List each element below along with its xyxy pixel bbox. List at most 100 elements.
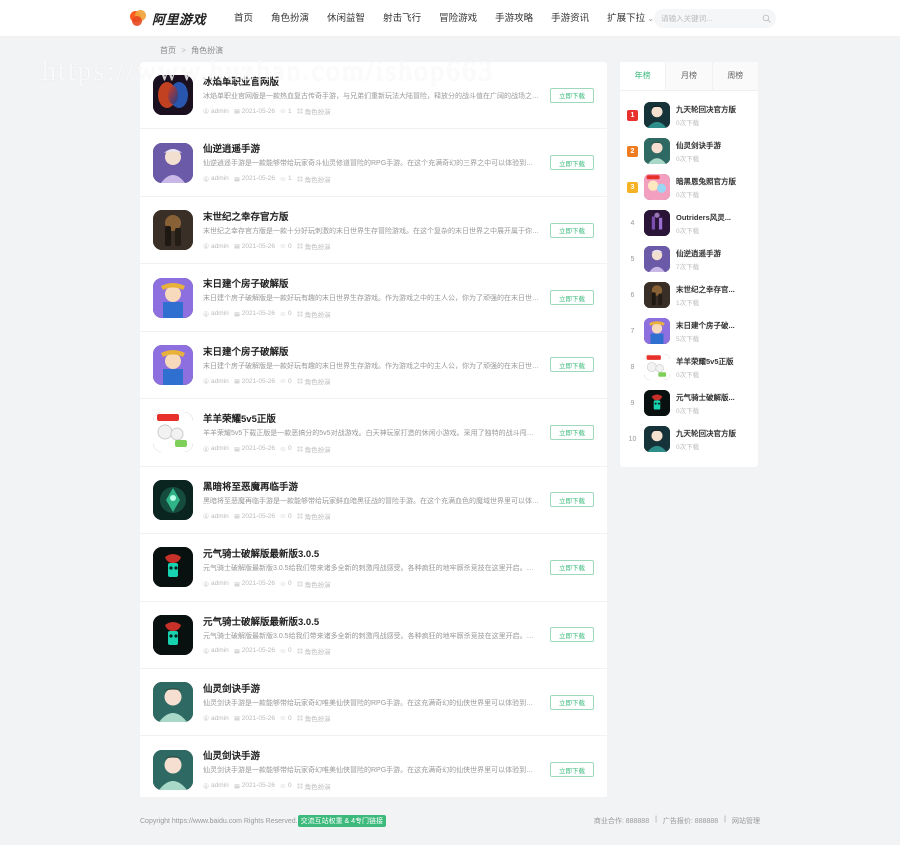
- nav-item-4[interactable]: 射击飞行: [383, 0, 421, 37]
- ranking-row[interactable]: 2 仙灵剑诀手游 0次下载: [627, 133, 751, 169]
- nav-item-2[interactable]: 角色扮演: [271, 0, 309, 37]
- nav-item-7[interactable]: 手游资讯: [551, 0, 589, 37]
- download-button[interactable]: 立即下载: [550, 222, 594, 238]
- game-title[interactable]: 仙灵剑诀手游: [203, 748, 540, 762]
- game-title[interactable]: 元气骑士破解版最新版3.0.5: [203, 614, 540, 628]
- download-button[interactable]: 立即下载: [550, 424, 594, 440]
- rank-thumbnail[interactable]: [644, 282, 670, 308]
- game-thumbnail[interactable]: [153, 749, 193, 790]
- game-title[interactable]: 羊羊荣耀5v5正版: [203, 411, 540, 425]
- ranking-row[interactable]: 3 暗黑恩兔照官方版 0次下载: [627, 169, 751, 205]
- game-thumbnail[interactable]: [153, 614, 193, 655]
- download-button[interactable]: 立即下载: [550, 762, 594, 778]
- game-thumbnail[interactable]: [153, 682, 193, 723]
- list-item[interactable]: 仙灵剑诀手游 仙灵剑诀手游是一款能够带给玩家奇幻唯美仙侠冒险的RPG手游。在这充满…: [140, 669, 607, 737]
- game-thumbnail[interactable]: [153, 142, 193, 183]
- game-title[interactable]: 冰焰单职业官网版: [203, 74, 540, 88]
- meta-category-value[interactable]: 角色扮演: [305, 241, 331, 251]
- search-icon[interactable]: [762, 14, 771, 23]
- rank-title[interactable]: Outriders风灵...: [676, 212, 751, 223]
- meta-category-value[interactable]: 角色扮演: [305, 781, 331, 791]
- game-title[interactable]: 仙灵剑诀手游: [203, 681, 540, 695]
- ranking-row[interactable]: 8 羊羊荣耀5v5正版 0次下载: [627, 349, 751, 385]
- rank-title[interactable]: 元气骑士破解版...: [676, 392, 751, 403]
- game-title[interactable]: 仙逆逍遥手游: [203, 141, 540, 155]
- list-item[interactable]: 仙逆逍遥手游 仙逆逍遥手游是一款能够带给玩家奇斗仙灵修道冒险的RPG手游。在这个充…: [140, 129, 607, 197]
- download-button[interactable]: 立即下载: [550, 155, 594, 171]
- list-item[interactable]: 末世纪之幸存官方版 末世纪之幸存官方版是一款十分好玩刺激的末日世界生存冒险游戏。在…: [140, 197, 607, 265]
- download-button[interactable]: 立即下载: [550, 559, 594, 575]
- ranking-row[interactable]: 10 九天轮回决官方版 0次下载: [627, 421, 751, 457]
- rank-thumbnail[interactable]: [644, 246, 670, 272]
- ranking-row[interactable]: 9 元气骑士破解版... 0次下载: [627, 385, 751, 421]
- meta-category-value[interactable]: 角色扮演: [305, 106, 331, 116]
- game-thumbnail[interactable]: [153, 344, 193, 385]
- search-input[interactable]: [661, 13, 759, 23]
- meta-category-value[interactable]: 角色扮演: [305, 511, 331, 521]
- game-title[interactable]: 末日建个房子破解版: [203, 344, 540, 358]
- rank-title[interactable]: 九天轮回决官方版: [676, 428, 751, 439]
- list-item[interactable]: 元气骑士破解版最新版3.0.5 元气骑士破解版最新版3.0.5给我们带来诸多全新的…: [140, 534, 607, 602]
- meta-category-value[interactable]: 角色扮演: [305, 174, 331, 184]
- meta-category-value[interactable]: 角色扮演: [305, 444, 331, 454]
- rank-thumbnail[interactable]: [644, 210, 670, 236]
- meta-category-value[interactable]: 角色扮演: [305, 309, 331, 319]
- game-thumbnail[interactable]: [153, 479, 193, 520]
- rank-title[interactable]: 九天轮回决官方版: [676, 104, 751, 115]
- rank-title[interactable]: 暗黑恩兔照官方版: [676, 176, 751, 187]
- nav-item-5[interactable]: 冒险游戏: [439, 0, 477, 37]
- game-title[interactable]: 末日建个房子破解版: [203, 276, 540, 290]
- ranking-row[interactable]: 7 末日建个房子破... 5次下载: [627, 313, 751, 349]
- list-item[interactable]: 仙灵剑诀手游 仙灵剑诀手游是一款能够带给玩家奇幻唯美仙侠冒险的RPG手游。在这充满…: [140, 736, 607, 804]
- rank-thumbnail[interactable]: [644, 390, 670, 416]
- list-item[interactable]: 末日建个房子破解版 末日建个房子破解版是一款好玩有趣的末日世界生存游戏。作为游戏之…: [140, 264, 607, 332]
- rank-title[interactable]: 末世纪之幸存官...: [676, 284, 751, 295]
- breadcrumb-home[interactable]: 首页: [160, 46, 176, 55]
- rank-thumbnail[interactable]: [644, 174, 670, 200]
- download-button[interactable]: 立即下载: [550, 627, 594, 643]
- ranking-tab-3[interactable]: 周榜: [712, 62, 758, 90]
- breadcrumb-current[interactable]: 角色扮演: [191, 46, 223, 55]
- list-item[interactable]: 黑暗将至恶魔再临手游 黑暗将至恶魔再临手游是一款能够带给玩家鲜血暗黑征战的冒险手游…: [140, 467, 607, 535]
- download-button[interactable]: 立即下载: [550, 694, 594, 710]
- rank-title[interactable]: 末日建个房子破...: [676, 320, 751, 331]
- rank-title[interactable]: 羊羊荣耀5v5正版: [676, 356, 751, 367]
- list-item[interactable]: 冰焰单职业官网版 冰焰单职业官网版是一款热血复古传奇手游，与兄弟们重新玩法大陆冒险…: [140, 62, 607, 130]
- search-box[interactable]: [654, 8, 777, 28]
- rank-thumbnail[interactable]: [644, 318, 670, 344]
- nav-item-8[interactable]: 扩展下拉: [607, 0, 654, 37]
- footer-highlight-link[interactable]: 交流互站权重 & 4专门链接: [297, 815, 387, 827]
- brand-logo-group[interactable]: 阿里游戏: [130, 9, 206, 28]
- game-title[interactable]: 元气骑士破解版最新版3.0.5: [203, 546, 540, 560]
- download-button[interactable]: 立即下载: [550, 290, 594, 306]
- nav-item-1[interactable]: 首页: [234, 0, 253, 37]
- meta-category-value[interactable]: 角色扮演: [305, 579, 331, 589]
- game-thumbnail[interactable]: [153, 412, 193, 453]
- rank-title[interactable]: 仙灵剑诀手游: [676, 140, 751, 151]
- rank-thumbnail[interactable]: [644, 138, 670, 164]
- download-button[interactable]: 立即下载: [550, 87, 594, 103]
- ranking-tab-1[interactable]: 年榜: [620, 62, 667, 90]
- meta-category-value[interactable]: 角色扮演: [305, 376, 331, 386]
- ranking-tab-2[interactable]: 月榜: [666, 62, 713, 90]
- game-title[interactable]: 黑暗将至恶魔再临手游: [203, 479, 540, 493]
- rank-thumbnail[interactable]: [644, 426, 670, 452]
- game-thumbnail[interactable]: [153, 75, 193, 116]
- nav-item-6[interactable]: 手游攻略: [495, 0, 533, 37]
- ranking-row[interactable]: 1 九天轮回决官方版 0次下载: [627, 97, 751, 133]
- ranking-row[interactable]: 4 Outriders风灵... 0次下载: [627, 205, 751, 241]
- list-item[interactable]: 末日建个房子破解版 末日建个房子破解版是一款好玩有趣的末日世界生存游戏。作为游戏之…: [140, 332, 607, 400]
- game-thumbnail[interactable]: [153, 547, 193, 588]
- game-thumbnail[interactable]: [153, 210, 193, 251]
- download-button[interactable]: 立即下载: [550, 357, 594, 373]
- rank-thumbnail[interactable]: [644, 102, 670, 128]
- game-title[interactable]: 末世纪之幸存官方版: [203, 209, 540, 223]
- footer-admin-link[interactable]: 网站管理: [732, 816, 760, 826]
- game-thumbnail[interactable]: [153, 277, 193, 318]
- rank-thumbnail[interactable]: [644, 354, 670, 380]
- meta-category-value[interactable]: 角色扮演: [305, 713, 331, 723]
- list-item[interactable]: 元气骑士破解版最新版3.0.5 元气骑士破解版最新版3.0.5给我们带来诸多全新的…: [140, 602, 607, 669]
- meta-category-value[interactable]: 角色扮演: [305, 646, 331, 656]
- rank-title[interactable]: 仙逆逍遥手游: [676, 248, 751, 259]
- ranking-row[interactable]: 5 仙逆逍遥手游 7次下载: [627, 241, 751, 277]
